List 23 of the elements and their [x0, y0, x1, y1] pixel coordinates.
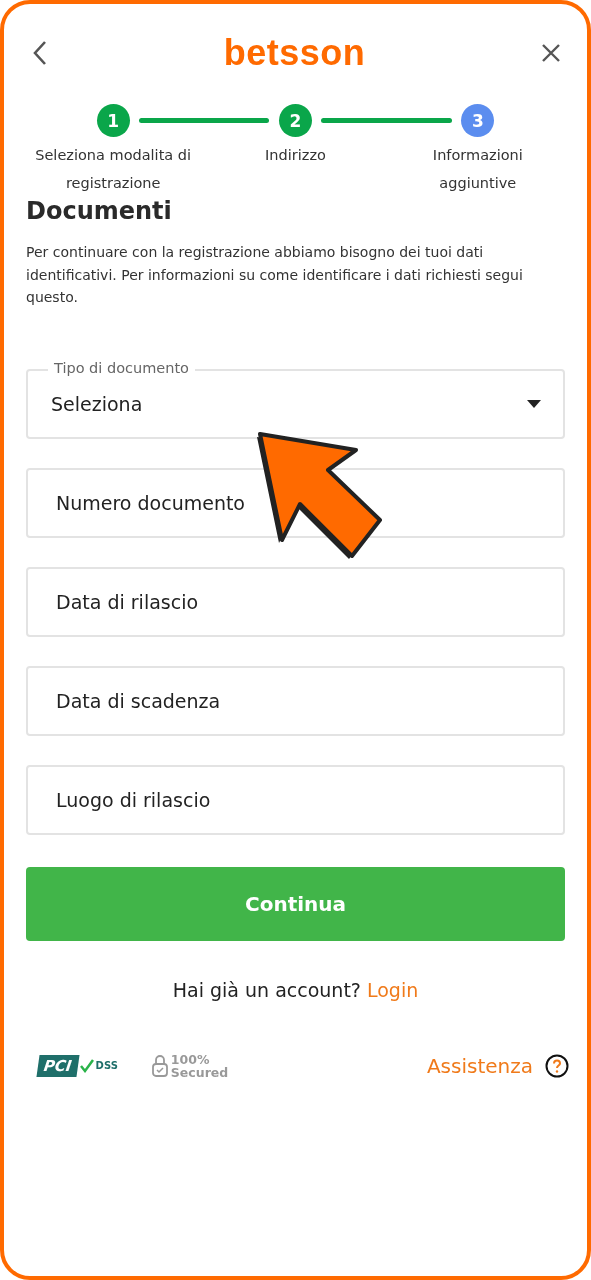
help-icon[interactable] — [545, 1053, 569, 1078]
step-number: 3 — [461, 104, 495, 137]
chevron-left-icon — [32, 40, 48, 66]
help-link[interactable]: Assistenza — [426, 1053, 533, 1078]
secured-badge: 100% Secured — [151, 1052, 229, 1079]
input-field[interactable]: Data di rilascio — [26, 566, 565, 637]
step-number: 2 — [279, 104, 312, 137]
step-label: Informazioni aggiuntive — [431, 146, 524, 193]
close-icon — [541, 43, 561, 63]
login-prompt: Hai già un account? — [172, 978, 361, 1001]
select-value: Seleziona — [51, 392, 143, 415]
continue-button[interactable]: Continua — [26, 866, 565, 941]
dropdown-caret-icon — [527, 399, 541, 408]
input-field[interactable]: Data di scadenza — [26, 665, 565, 736]
input-field[interactable]: Luogo di rilascio — [26, 764, 565, 835]
pci-dss-logo: PCI DSS — [38, 1054, 118, 1077]
intro-text: Per continuare con la registrazione abbiamo bisogno dei tuoi dati identificativi. Per informazioni su come identificare i dati richiesti segui questo. — [25, 243, 524, 307]
step-number: 1 — [96, 104, 130, 137]
brand-logo: betsson — [223, 32, 366, 74]
step-label: Indirizzo — [264, 146, 327, 165]
login-link[interactable]: Login — [366, 978, 419, 1001]
step-label: Seleziona modalita di registrazione — [34, 146, 193, 193]
section-title: Documenti — [25, 197, 173, 225]
